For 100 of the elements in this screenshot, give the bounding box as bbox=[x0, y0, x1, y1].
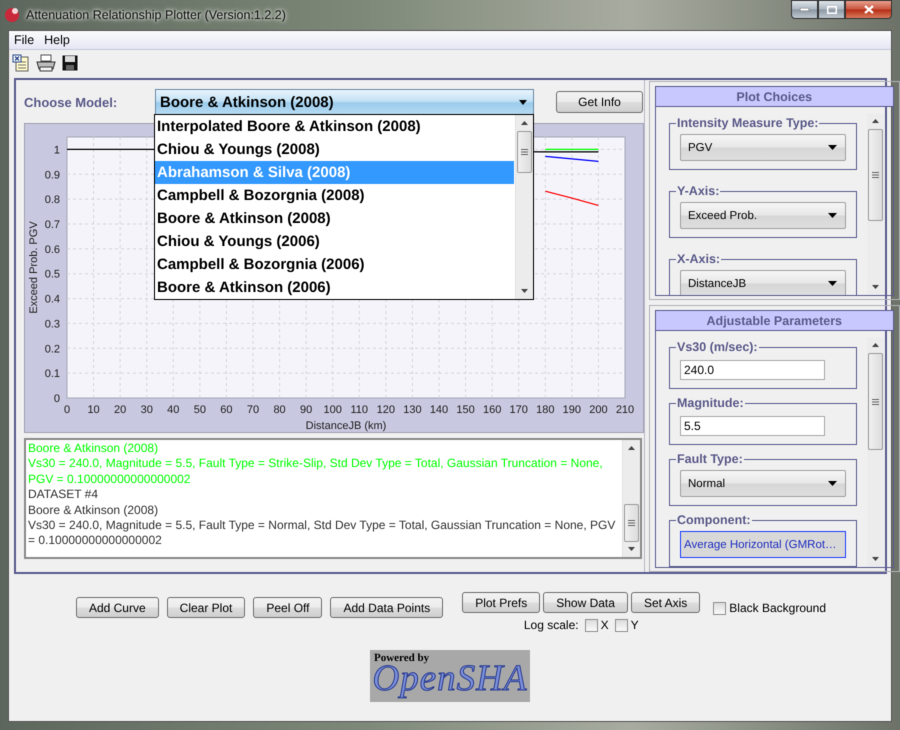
dropdown-option[interactable]: Chiou & Youngs (2006) bbox=[155, 230, 514, 253]
tick-label: 0.9 bbox=[44, 169, 60, 182]
tick-label: 40 bbox=[167, 404, 180, 416]
get-info-button[interactable]: Get Info bbox=[556, 91, 643, 113]
window-title: Attenuation Relationship Plotter (Version:1.2.2) bbox=[26, 8, 286, 22]
dropdown-option[interactable]: Boore & Atkinson (2008) bbox=[155, 207, 514, 230]
checkbox-label: X bbox=[600, 618, 609, 632]
dropdown-arrow-icon bbox=[519, 100, 527, 104]
tick-label: 0 bbox=[64, 404, 70, 416]
log-line: Vs30 = 240.0, Magnitude = 5.5, Fault Type = Strike-Slip, Std Dev Type = Total, Gaussian Truncation = None, PGV = 0.10000000000000002 bbox=[28, 456, 604, 488]
action-button[interactable]: Add Curve bbox=[76, 597, 159, 618]
minimize-button[interactable] bbox=[791, 0, 818, 19]
tick-label: 110 bbox=[350, 404, 368, 416]
scrollbar-thumb[interactable] bbox=[624, 504, 639, 542]
panel-title: Plot Choices bbox=[656, 87, 893, 107]
action-button[interactable]: Add Data Points bbox=[330, 597, 444, 618]
tick-label: 0.4 bbox=[44, 294, 60, 306]
maximize-icon bbox=[826, 6, 836, 14]
group-label: X-Axis: bbox=[676, 252, 722, 266]
checkbox[interactable] bbox=[614, 618, 628, 632]
dropdown[interactable]: PGV bbox=[680, 134, 846, 161]
tick-label: 90 bbox=[300, 404, 312, 416]
checkbox-label: Y bbox=[630, 618, 639, 632]
input-field[interactable]: 5.5 bbox=[680, 416, 825, 436]
logo-caption: Powered by bbox=[374, 652, 430, 664]
scrollbar[interactable] bbox=[515, 115, 533, 299]
action-button[interactable]: Peel Off bbox=[253, 597, 322, 618]
dropdown-arrow-icon bbox=[828, 281, 837, 286]
plot-button[interactable]: Set Axis bbox=[630, 592, 700, 613]
checkbox[interactable] bbox=[584, 618, 598, 632]
plot-button[interactable]: Show Data bbox=[543, 592, 628, 613]
tick-label: 0.7 bbox=[44, 219, 60, 231]
tick-label: 80 bbox=[273, 404, 286, 416]
scrollbar-thumb[interactable] bbox=[517, 131, 532, 173]
dropdown-arrow-icon bbox=[828, 145, 837, 150]
close-icon bbox=[864, 5, 874, 14]
tick-label: 160 bbox=[482, 404, 502, 416]
group-label: Fault Type: bbox=[676, 452, 744, 466]
scrollbar[interactable] bbox=[622, 440, 640, 557]
tick-label: 130 bbox=[403, 404, 422, 416]
dropdown[interactable]: Exceed Prob. bbox=[680, 202, 846, 229]
tick-label: 210 bbox=[616, 404, 634, 416]
dropdown-option[interactable]: Campbell & Bozorgnia (2008) bbox=[155, 184, 514, 207]
scrollbar[interactable] bbox=[866, 113, 884, 295]
tick-label: 140 bbox=[430, 404, 448, 416]
log-line: Vs30 = 240.0, Magnitude = 5.5, Fault Type = Normal, Std Dev Type = Total, Gaussian Truncation = None, PGV = 0.10000000000000002 bbox=[28, 518, 616, 549]
tick-label: 1 bbox=[54, 144, 60, 156]
y-axis-title: Exceed Prob. PGV bbox=[28, 221, 40, 314]
menu-item[interactable]: File bbox=[9, 33, 40, 47]
tick-label: 150 bbox=[456, 404, 475, 416]
close-button[interactable] bbox=[845, 0, 892, 19]
plot-button[interactable]: Plot Prefs bbox=[462, 592, 540, 613]
tick-label: 20 bbox=[114, 404, 126, 416]
menu-item[interactable]: Help bbox=[39, 33, 75, 47]
dropdown[interactable]: DistanceJB bbox=[680, 270, 846, 295]
dropdown[interactable]: Average Horizontal (GMRot… bbox=[680, 531, 846, 558]
maximize-button[interactable] bbox=[818, 0, 845, 19]
log-line: Boore & Atkinson (2008) bbox=[28, 502, 160, 518]
tick-label: 0 bbox=[54, 393, 60, 405]
x-axis-title: DistanceJB (km) bbox=[306, 420, 386, 432]
tick-label: 0.8 bbox=[44, 194, 60, 206]
panel-title: Adjustable Parameters bbox=[656, 311, 893, 331]
dropdown[interactable]: Normal bbox=[680, 470, 846, 497]
group-label: Magnitude: bbox=[676, 396, 745, 410]
tick-label: 100 bbox=[324, 404, 342, 416]
tick-label: 170 bbox=[510, 404, 528, 416]
dropdown-option[interactable]: Interpolated Boore & Atkinson (2008) bbox=[155, 115, 514, 138]
tick-label: 180 bbox=[536, 404, 554, 416]
tick-label: 60 bbox=[220, 404, 233, 416]
dropdown-arrow-icon bbox=[828, 481, 837, 486]
scrollbar-thumb[interactable] bbox=[868, 129, 883, 221]
spreadsheet-icon[interactable] bbox=[12, 54, 30, 72]
tick-label: 30 bbox=[140, 404, 153, 416]
dropdown-option[interactable]: Boore & Atkinson (2006) bbox=[155, 276, 514, 299]
log-scale-label: Log scale: bbox=[524, 618, 579, 632]
app-icon bbox=[4, 7, 20, 23]
minimize-icon bbox=[800, 8, 809, 11]
logo-wordmark: OpenSHA bbox=[372, 662, 528, 696]
tick-label: 0.1 bbox=[44, 368, 60, 380]
group-label: Vs30 (m/sec): bbox=[676, 340, 759, 354]
group-label: Component: bbox=[676, 513, 752, 527]
field-label: Choose Model: bbox=[24, 94, 118, 110]
printer-icon[interactable] bbox=[36, 54, 56, 72]
input-field[interactable]: 240.0 bbox=[680, 360, 825, 380]
checkbox[interactable] bbox=[713, 602, 726, 614]
log-line: DATASET #4 bbox=[28, 487, 100, 503]
tick-label: 120 bbox=[376, 404, 396, 416]
scrollbar[interactable] bbox=[866, 337, 884, 567]
tick-label: 0.5 bbox=[44, 268, 60, 281]
group-label: Intensity Measure Type: bbox=[676, 116, 820, 130]
scrollbar-thumb[interactable] bbox=[868, 353, 883, 450]
dropdown-option[interactable]: Campbell & Bozorgnia (2006) bbox=[155, 253, 514, 276]
tick-label: 50 bbox=[194, 404, 206, 416]
model-dropdown[interactable]: Boore & Atkinson (2008) bbox=[155, 89, 534, 115]
action-button[interactable]: Clear Plot bbox=[166, 597, 246, 618]
dropdown-arrow-icon bbox=[828, 213, 837, 218]
tick-label: 70 bbox=[246, 404, 260, 416]
tick-label: 10 bbox=[87, 404, 100, 416]
dropdown-option[interactable]: Chiou & Youngs (2008) bbox=[155, 138, 514, 161]
group-label: Y-Axis: bbox=[676, 184, 720, 198]
